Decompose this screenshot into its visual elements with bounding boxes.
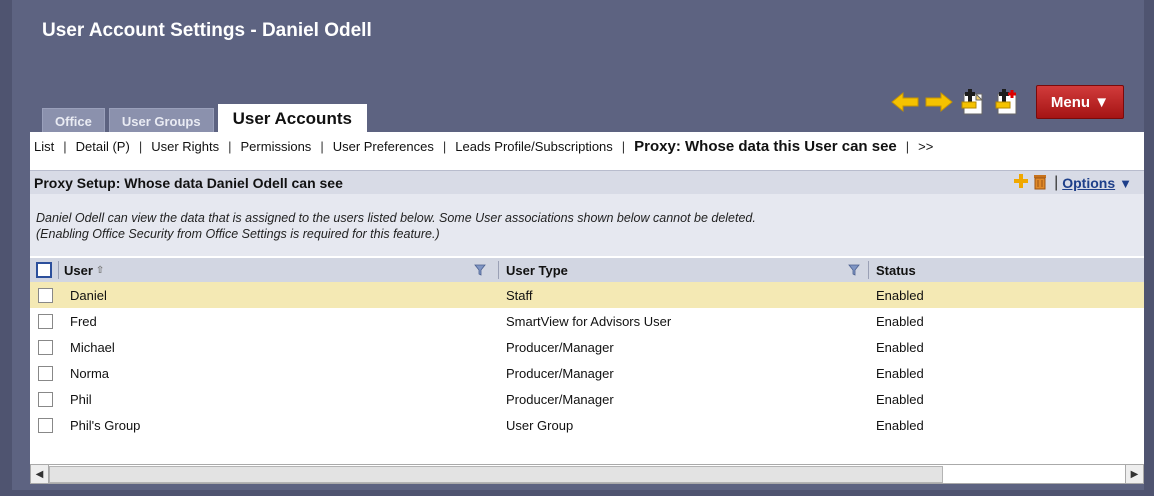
toolbar: Menu ▼: [890, 82, 1124, 122]
description: Daniel Odell can view the data that is a…: [30, 194, 1144, 256]
table-header: User ⇧ User Type Status: [30, 258, 1144, 282]
subnav-user-preferences[interactable]: User Preferences: [333, 139, 434, 154]
subnav-detail[interactable]: Detail (P): [76, 139, 130, 154]
scroll-right-icon[interactable]: ▶: [1125, 465, 1143, 483]
tab-user-groups[interactable]: User Groups: [108, 108, 214, 133]
row-checkbox[interactable]: [38, 365, 53, 381]
column-divider: [58, 261, 59, 279]
table-row[interactable]: Fred SmartView for Advisors User Enabled: [30, 308, 1144, 334]
chevron-down-icon[interactable]: ▼: [1119, 176, 1132, 191]
cell-status: Enabled: [876, 313, 924, 329]
subnav-separator: |: [442, 138, 447, 154]
header-user[interactable]: User ⇧: [64, 263, 104, 278]
header-user-label: User: [64, 262, 93, 278]
subnav-separator: |: [228, 138, 232, 154]
subnav-separator: |: [320, 138, 324, 154]
scrollbar-thumb[interactable]: [49, 466, 943, 483]
subnav-proxy[interactable]: Proxy: Whose data this User can see: [634, 138, 897, 155]
row-checkbox[interactable]: [38, 287, 53, 303]
table-row[interactable]: Daniel Staff Enabled: [30, 282, 1144, 308]
arrow-left-icon[interactable]: [890, 87, 920, 117]
row-checkbox[interactable]: [38, 313, 53, 329]
table-row[interactable]: Phil Producer/Manager Enabled: [30, 386, 1144, 412]
sort-up-icon: ⇧: [95, 264, 105, 276]
row-checkbox[interactable]: [38, 391, 53, 407]
tab-office[interactable]: Office: [42, 108, 105, 133]
column-divider: [498, 261, 499, 279]
subnav-separator: |: [905, 138, 910, 154]
table-body: Daniel Staff Enabled Fred SmartView for …: [30, 282, 1144, 438]
cell-status: Enabled: [876, 365, 924, 381]
cell-user: Fred: [70, 313, 97, 329]
filter-icon[interactable]: [474, 264, 486, 279]
tab-user-accounts[interactable]: User Accounts: [217, 104, 367, 133]
cell-user: Norma: [70, 365, 110, 381]
row-checkbox[interactable]: [38, 339, 53, 355]
section-header: Proxy Setup: Whose data Daniel Odell can…: [30, 170, 1144, 195]
scroll-left-icon[interactable]: ◀: [31, 465, 49, 483]
subnav-more[interactable]: >>: [918, 139, 933, 154]
doc-pin-icon[interactable]: [958, 87, 988, 117]
cell-status: Enabled: [876, 287, 924, 303]
cell-user-type: Producer/Manager: [506, 365, 614, 381]
cell-user: Phil: [70, 391, 92, 407]
table-row[interactable]: Phil's Group User Group Enabled: [30, 412, 1144, 438]
subnav-separator: |: [621, 138, 626, 154]
window-title: User Account Settings - Daniel Odell: [42, 20, 372, 41]
cell-user-type: User Group: [506, 417, 574, 433]
row-checkbox[interactable]: [38, 417, 53, 433]
cell-status: Enabled: [876, 339, 924, 355]
subnav-user-rights[interactable]: User Rights: [151, 139, 219, 154]
trash-icon[interactable]: [1032, 172, 1048, 195]
menu-button[interactable]: Menu ▼: [1036, 85, 1124, 119]
cell-user-type: Staff: [506, 287, 533, 303]
cell-status: Enabled: [876, 417, 924, 433]
description-line: Daniel Odell can view the data that is a…: [36, 211, 756, 225]
cell-user: Daniel: [70, 287, 107, 303]
subnav-list[interactable]: List: [34, 139, 54, 154]
subnav-separator: |: [138, 138, 143, 154]
cell-user: Michael: [70, 339, 115, 355]
table-row[interactable]: Michael Producer/Manager Enabled: [30, 334, 1144, 360]
header-user-type-label: User Type: [506, 262, 568, 278]
cell-user-type: Producer/Manager: [506, 391, 614, 407]
options-menu[interactable]: Options: [1062, 175, 1115, 191]
subnav: List | Detail (P) | User Rights | Permis…: [30, 132, 1144, 160]
doc-pin-add-icon[interactable]: [992, 87, 1022, 117]
description-line: (Enabling Office Security from Office Se…: [36, 227, 440, 241]
cell-user: Phil's Group: [70, 417, 141, 433]
subnav-leads-profile[interactable]: Leads Profile/Subscriptions: [455, 139, 613, 154]
add-icon[interactable]: [1012, 172, 1030, 195]
cell-status: Enabled: [876, 391, 924, 407]
select-all-checkbox[interactable]: [36, 262, 52, 278]
cell-user-type: Producer/Manager: [506, 339, 614, 355]
column-divider: [868, 261, 869, 279]
arrow-right-icon[interactable]: [924, 87, 954, 117]
filter-icon[interactable]: [848, 264, 860, 279]
section-title: Proxy Setup: Whose data Daniel Odell can…: [34, 175, 343, 191]
header-status[interactable]: Status: [876, 263, 916, 278]
subnav-permissions[interactable]: Permissions: [241, 139, 312, 154]
horizontal-scrollbar[interactable]: ◀ ▶: [30, 464, 1144, 484]
cell-user-type: SmartView for Advisors User: [506, 313, 672, 329]
options-separator: |: [1054, 174, 1059, 191]
tab-bar: Office User Groups User Accounts: [42, 104, 371, 133]
subnav-separator: |: [63, 138, 67, 154]
header-user-type[interactable]: User Type: [506, 263, 568, 278]
table-row[interactable]: Norma Producer/Manager Enabled: [30, 360, 1144, 386]
content-panel: List | Detail (P) | User Rights | Permis…: [30, 132, 1144, 484]
